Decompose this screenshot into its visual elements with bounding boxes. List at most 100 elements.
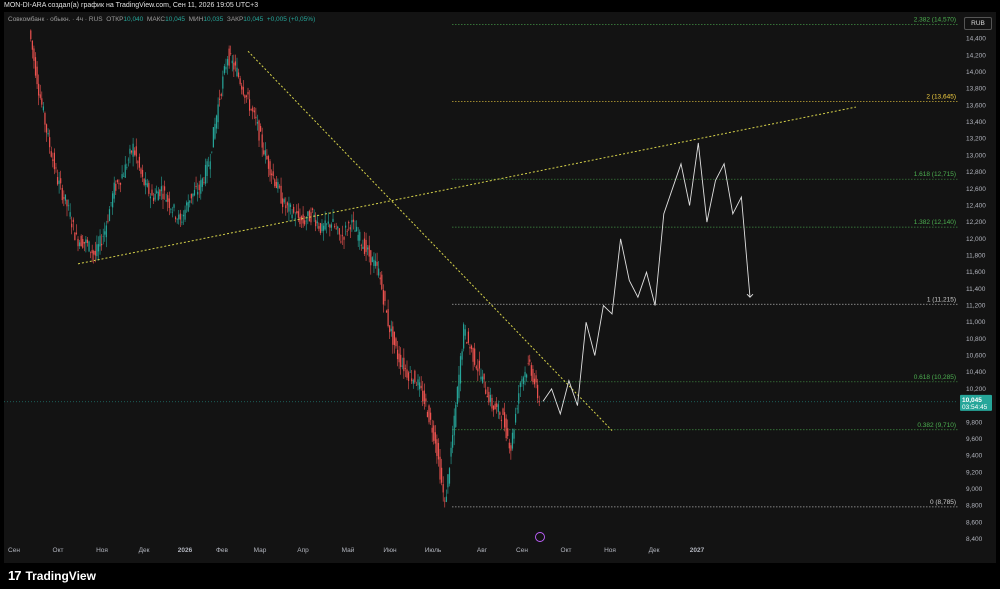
candle-body xyxy=(138,156,140,168)
candle-body xyxy=(217,104,219,123)
tradingview-logo-icon: 17 xyxy=(8,568,22,583)
candle-body xyxy=(69,212,71,217)
candle-body xyxy=(403,357,405,372)
candle-body xyxy=(363,238,366,254)
fib-level-label: 0.618 (10,285) xyxy=(914,374,956,381)
candle-body xyxy=(489,394,492,402)
y-tick-label: 13,400 xyxy=(966,119,986,126)
candle-body xyxy=(72,219,74,223)
candle-body xyxy=(206,161,208,176)
candle-body xyxy=(182,214,185,217)
candle-body xyxy=(134,150,136,155)
candle-body xyxy=(132,143,134,157)
candle-body xyxy=(311,208,314,210)
x-tick-label: Окт xyxy=(561,547,572,554)
x-tick-label: 2027 xyxy=(690,547,705,554)
candle-body xyxy=(149,196,152,199)
candle-body xyxy=(329,224,331,228)
candle-body xyxy=(500,419,503,421)
candle-body xyxy=(119,182,122,185)
candle-body xyxy=(104,231,106,235)
candle-body xyxy=(463,324,465,349)
candle-body xyxy=(105,225,107,238)
candle-body xyxy=(324,220,326,230)
candle-body xyxy=(467,331,469,343)
candle-body xyxy=(488,391,490,403)
candle-body xyxy=(407,372,410,381)
candle-body xyxy=(387,309,389,327)
candle-body xyxy=(34,57,37,76)
candle-body xyxy=(77,238,79,247)
candle-body xyxy=(299,216,301,225)
tradingview-logo[interactable]: 17 TradingView xyxy=(8,568,96,583)
candle-body xyxy=(275,181,277,189)
candle-body xyxy=(445,496,447,502)
candle-body xyxy=(226,59,229,66)
candle-body xyxy=(223,66,225,74)
candle-body xyxy=(455,404,457,427)
candle-body xyxy=(168,198,170,209)
candle-body xyxy=(30,30,32,40)
candle-body xyxy=(475,366,477,369)
candle-body xyxy=(485,389,487,394)
candle-body xyxy=(330,224,333,228)
candle-body xyxy=(244,95,246,98)
candle-body xyxy=(447,474,449,488)
candle-body xyxy=(316,221,318,224)
candle-body xyxy=(255,116,257,119)
candle-body xyxy=(526,374,528,378)
candle-body xyxy=(359,231,361,241)
candle-body xyxy=(91,250,93,254)
candle-body xyxy=(99,235,101,247)
candle-body xyxy=(211,151,213,153)
y-tick-label: 9,800 xyxy=(966,419,983,426)
candle-body xyxy=(478,360,480,369)
candle-body xyxy=(338,228,340,235)
price-badge-timer: 03:54:45 xyxy=(962,404,988,411)
fib-level-label: 0 (8,785) xyxy=(930,499,956,506)
x-tick-label: Дек xyxy=(649,547,660,554)
candle-body xyxy=(472,348,474,362)
candle-body xyxy=(480,376,482,380)
candle-body xyxy=(497,404,499,412)
candle-body xyxy=(461,351,463,360)
candle-body xyxy=(414,370,416,383)
candle-body xyxy=(376,261,378,266)
candle-body xyxy=(56,177,59,185)
candle-body xyxy=(340,241,342,243)
candle-body xyxy=(85,239,87,244)
candle-body xyxy=(192,193,194,197)
candle-body xyxy=(256,122,259,124)
candle-body xyxy=(260,126,262,132)
candle-body xyxy=(159,189,161,197)
candle-body xyxy=(225,66,227,70)
candle-body xyxy=(208,165,210,166)
candle-body xyxy=(97,244,100,252)
fib-level-label: 1 (11,215) xyxy=(927,296,956,303)
candle-body xyxy=(222,76,224,89)
candle-body xyxy=(415,384,418,386)
candle-body xyxy=(50,151,52,157)
candle-body xyxy=(499,412,501,415)
candle-body xyxy=(129,148,131,154)
x-tick-label: Ноя xyxy=(604,547,616,554)
candle-body xyxy=(271,173,273,175)
y-tick-label: 14,400 xyxy=(966,36,986,43)
y-tick-label: 12,000 xyxy=(966,236,986,243)
candle-body xyxy=(282,198,284,208)
candle-body xyxy=(154,194,156,200)
candle-body xyxy=(370,250,372,266)
price-badge-price: 10,045 xyxy=(962,397,982,404)
candle-body xyxy=(94,250,96,256)
x-tick-label: Ноя xyxy=(96,547,108,554)
candle-body xyxy=(470,345,473,349)
price-chart[interactable]: 8,400 8,600 8,800 9,000 9,200 9,400 9,600 9,800… xyxy=(0,0,1000,563)
candle-body xyxy=(356,226,358,232)
candle-body xyxy=(286,202,288,206)
candle-body xyxy=(190,193,192,199)
candle-body xyxy=(152,197,155,201)
candle-body xyxy=(352,219,355,222)
candle-body xyxy=(491,397,493,409)
y-tick-label: 13,800 xyxy=(966,86,986,93)
candle-body xyxy=(412,380,414,384)
